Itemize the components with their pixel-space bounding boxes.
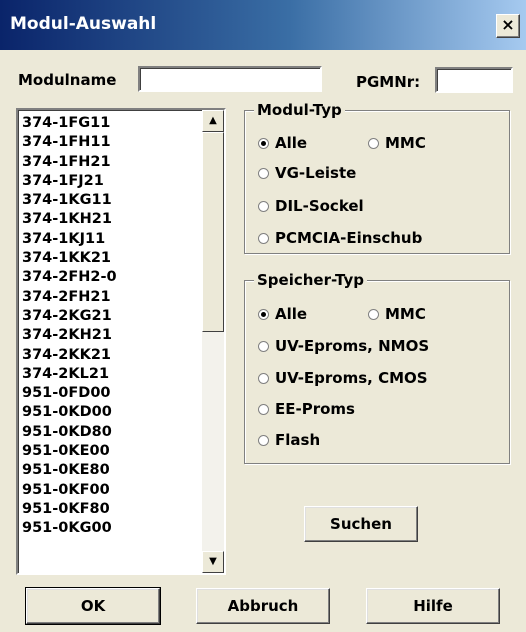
list-item[interactable]: 374-1KG11 bbox=[22, 191, 194, 210]
list-item[interactable]: 374-2FH21 bbox=[22, 288, 194, 307]
radio-label: DIL-Sockel bbox=[275, 197, 364, 215]
arrow-up-icon: ▲ bbox=[209, 115, 217, 126]
hilfe-button[interactable]: Hilfe bbox=[366, 588, 500, 624]
radio-button-icon bbox=[258, 167, 269, 179]
radio-modul-typ-3[interactable]: DIL-Sockel bbox=[258, 196, 364, 216]
list-item[interactable]: 951-0KF80 bbox=[22, 500, 194, 519]
list-item[interactable]: 951-0KE00 bbox=[22, 442, 194, 461]
scroll-up-button[interactable]: ▲ bbox=[202, 110, 224, 132]
module-list: 374-1FG11 374-1FH11 374-1FH21 374-1FJ21 374-… bbox=[22, 114, 194, 539]
list-item[interactable]: 951-0KE80 bbox=[22, 461, 194, 480]
radio-label: MMC bbox=[385, 305, 426, 323]
radio-modul-typ-0[interactable]: Alle bbox=[258, 133, 307, 153]
radio-label: Alle bbox=[275, 134, 308, 152]
radio-speicher-typ-3[interactable]: UV-Eproms, CMOS bbox=[258, 368, 428, 388]
radio-speicher-typ-5[interactable]: Flash bbox=[258, 430, 320, 450]
radio-button-icon bbox=[258, 137, 269, 149]
scroll-thumb[interactable] bbox=[202, 132, 224, 332]
radio-button-icon bbox=[258, 403, 269, 415]
radio-label: Alle bbox=[275, 305, 308, 323]
radio-label: MMC bbox=[385, 134, 426, 152]
list-item[interactable]: 374-2KK21 bbox=[22, 346, 194, 365]
list-item[interactable]: 374-2KH21 bbox=[22, 326, 194, 345]
list-item[interactable]: 951-0KG00 bbox=[22, 519, 194, 538]
pgmnr-label: PGMNr: bbox=[356, 73, 421, 91]
list-item[interactable]: 951-0KD80 bbox=[22, 423, 194, 442]
list-item[interactable]: 374-2KG21 bbox=[22, 307, 194, 326]
radio-label: PCMCIA-Einschub bbox=[275, 229, 423, 247]
modulname-input[interactable] bbox=[138, 66, 322, 92]
arrow-down-icon: ▼ bbox=[209, 556, 217, 567]
radio-speicher-typ-0[interactable]: Alle bbox=[258, 304, 307, 324]
list-item[interactable]: 374-1FH11 bbox=[22, 133, 194, 152]
window-title: Modul-Auswahl bbox=[10, 14, 157, 34]
radio-speicher-typ-2[interactable]: UV-Eproms, NMOS bbox=[258, 336, 429, 356]
scroll-down-button[interactable]: ▼ bbox=[202, 551, 224, 573]
radio-label: UV-Eproms, CMOS bbox=[275, 369, 428, 387]
radio-label: EE-Proms bbox=[275, 400, 355, 418]
radio-label: UV-Eproms, NMOS bbox=[275, 337, 430, 355]
list-item[interactable]: 374-1KK21 bbox=[22, 249, 194, 268]
list-scrollbar[interactable]: ▲ ▼ bbox=[202, 110, 224, 573]
module-listbox[interactable]: 374-1FG11 374-1FH11 374-1FH21 374-1FJ21 374-… bbox=[16, 108, 226, 575]
list-item[interactable]: 374-2KL21 bbox=[22, 365, 194, 384]
suchen-button[interactable]: Suchen bbox=[304, 506, 418, 542]
list-item[interactable]: 374-1KJ11 bbox=[22, 230, 194, 249]
list-item[interactable]: 374-2FH2-0 bbox=[22, 268, 194, 287]
radio-button-icon bbox=[258, 200, 269, 212]
radio-button-icon bbox=[368, 308, 379, 320]
modul-typ-title: Modul-Typ bbox=[254, 101, 345, 119]
title-bar[interactable]: Modul-Auswahl × bbox=[0, 0, 526, 50]
abbruch-button[interactable]: Abbruch bbox=[196, 588, 330, 624]
list-item[interactable]: 374-1FJ21 bbox=[22, 172, 194, 191]
radio-button-icon bbox=[368, 137, 379, 149]
radio-modul-typ-1[interactable]: MMC bbox=[368, 133, 426, 153]
list-item[interactable]: 951-0KD00 bbox=[22, 403, 194, 422]
pgmnr-input[interactable] bbox=[435, 67, 513, 93]
radio-speicher-typ-1[interactable]: MMC bbox=[368, 304, 426, 324]
radio-button-icon bbox=[258, 232, 269, 244]
list-item[interactable]: 374-1FG11 bbox=[22, 114, 194, 133]
ok-button[interactable]: OK bbox=[25, 587, 161, 625]
radio-modul-typ-4[interactable]: PCMCIA-Einschub bbox=[258, 228, 422, 248]
speicher-typ-title: Speicher-Typ bbox=[254, 271, 367, 289]
radio-button-icon bbox=[258, 372, 269, 384]
radio-button-icon bbox=[258, 434, 269, 446]
close-icon: × bbox=[501, 15, 515, 34]
radio-label: VG-Leiste bbox=[275, 164, 357, 182]
list-item[interactable]: 374-1KH21 bbox=[22, 210, 194, 229]
radio-button-icon bbox=[258, 340, 269, 352]
radio-button-icon bbox=[258, 308, 269, 320]
close-button[interactable]: × bbox=[496, 14, 520, 38]
list-item[interactable]: 951-0KF00 bbox=[22, 481, 194, 500]
list-item[interactable]: 951-0FD00 bbox=[22, 384, 194, 403]
radio-modul-typ-2[interactable]: VG-Leiste bbox=[258, 163, 356, 183]
modulname-label: Modulname bbox=[18, 71, 117, 89]
list-item[interactable]: 374-1FH21 bbox=[22, 153, 194, 172]
radio-label: Flash bbox=[275, 431, 321, 449]
radio-speicher-typ-4[interactable]: EE-Proms bbox=[258, 399, 355, 419]
